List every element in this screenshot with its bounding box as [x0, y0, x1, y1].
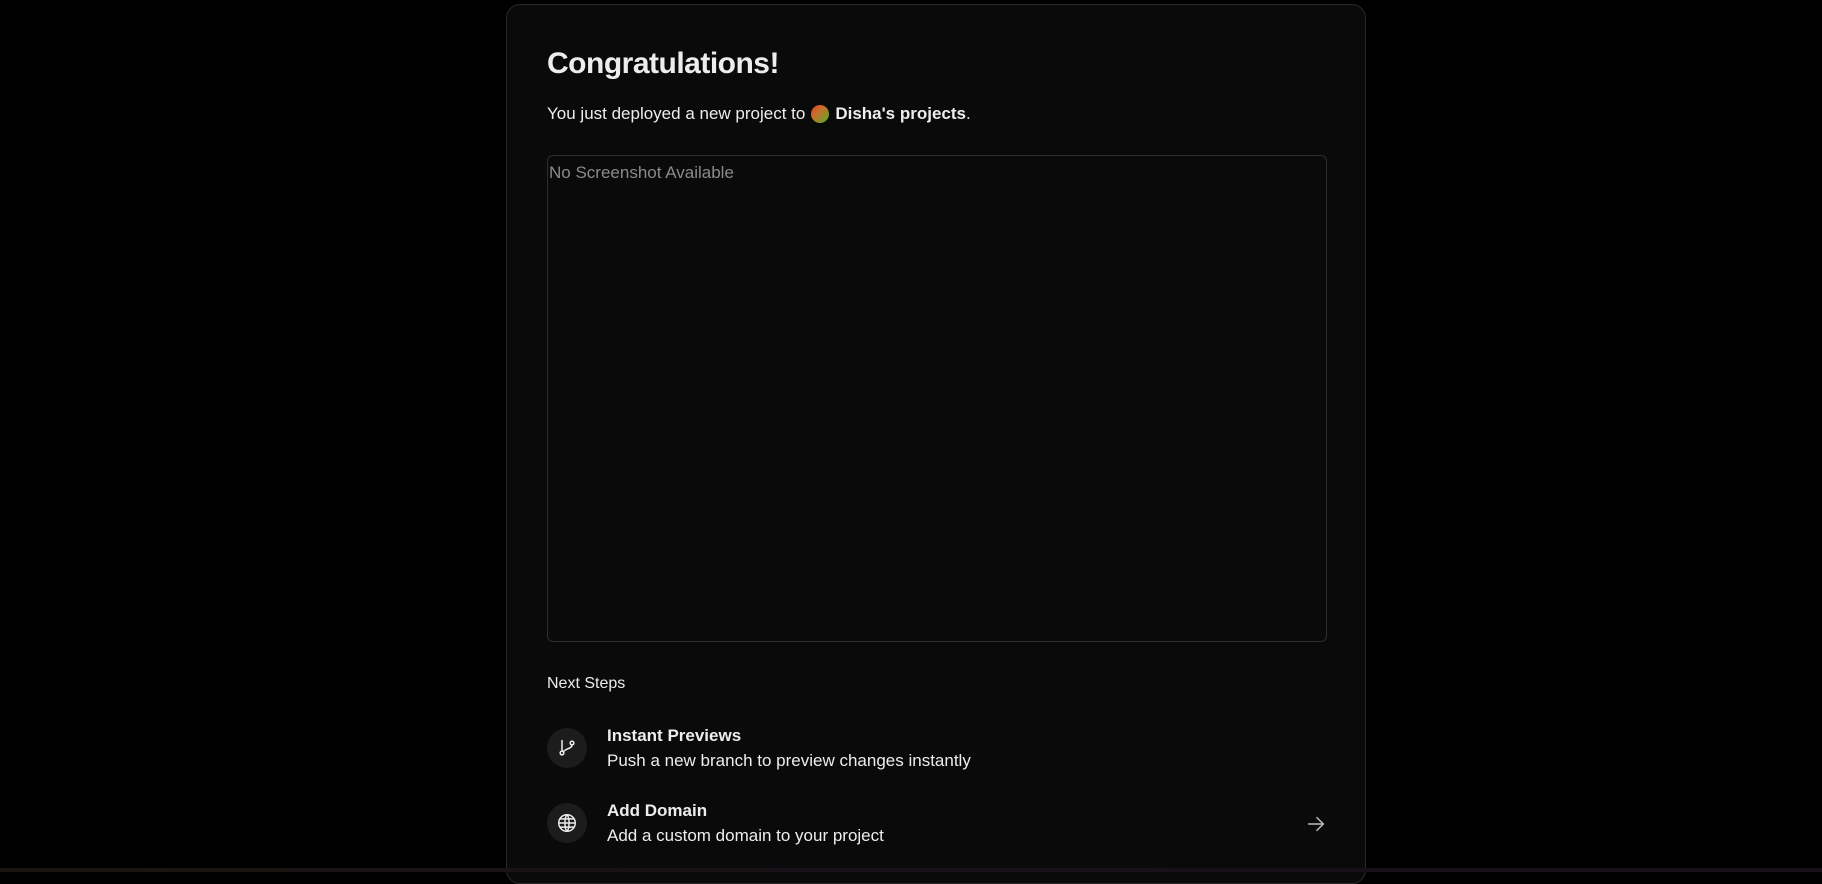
- next-step-add-domain[interactable]: Add Domain Add a custom domain to your p…: [547, 798, 1327, 850]
- step-title: Add Domain: [607, 801, 708, 820]
- page-title: Congratulations!: [547, 47, 780, 80]
- screenshot-placeholder-text: No Screenshot Available: [549, 163, 734, 182]
- deployment-screenshot[interactable]: No Screenshot Available: [547, 155, 1327, 642]
- arrow-right-icon[interactable]: [1305, 813, 1327, 835]
- git-branch-icon: [547, 728, 587, 768]
- next-steps-heading: Next Steps: [547, 675, 626, 692]
- globe-icon: [547, 803, 587, 843]
- step-description: Add a custom domain to your project: [607, 826, 884, 845]
- next-step-instant-previews[interactable]: Instant Previews Push a new branch to pr…: [547, 723, 1327, 775]
- team-avatar: [811, 105, 830, 123]
- deployment-success-card: Congratulations! You just deployed a new…: [506, 4, 1366, 884]
- subtitle-prefix: You just deployed a new project to: [547, 104, 806, 123]
- step-description: Push a new branch to preview changes ins…: [607, 751, 971, 770]
- step-title: Instant Previews: [607, 726, 742, 745]
- team-name-link[interactable]: Disha's projects: [835, 104, 966, 124]
- subtitle-suffix: .: [966, 104, 971, 123]
- deployment-subtitle: You just deployed a new project to Disha…: [547, 104, 971, 124]
- bottom-edge-strip: [0, 868, 1822, 872]
